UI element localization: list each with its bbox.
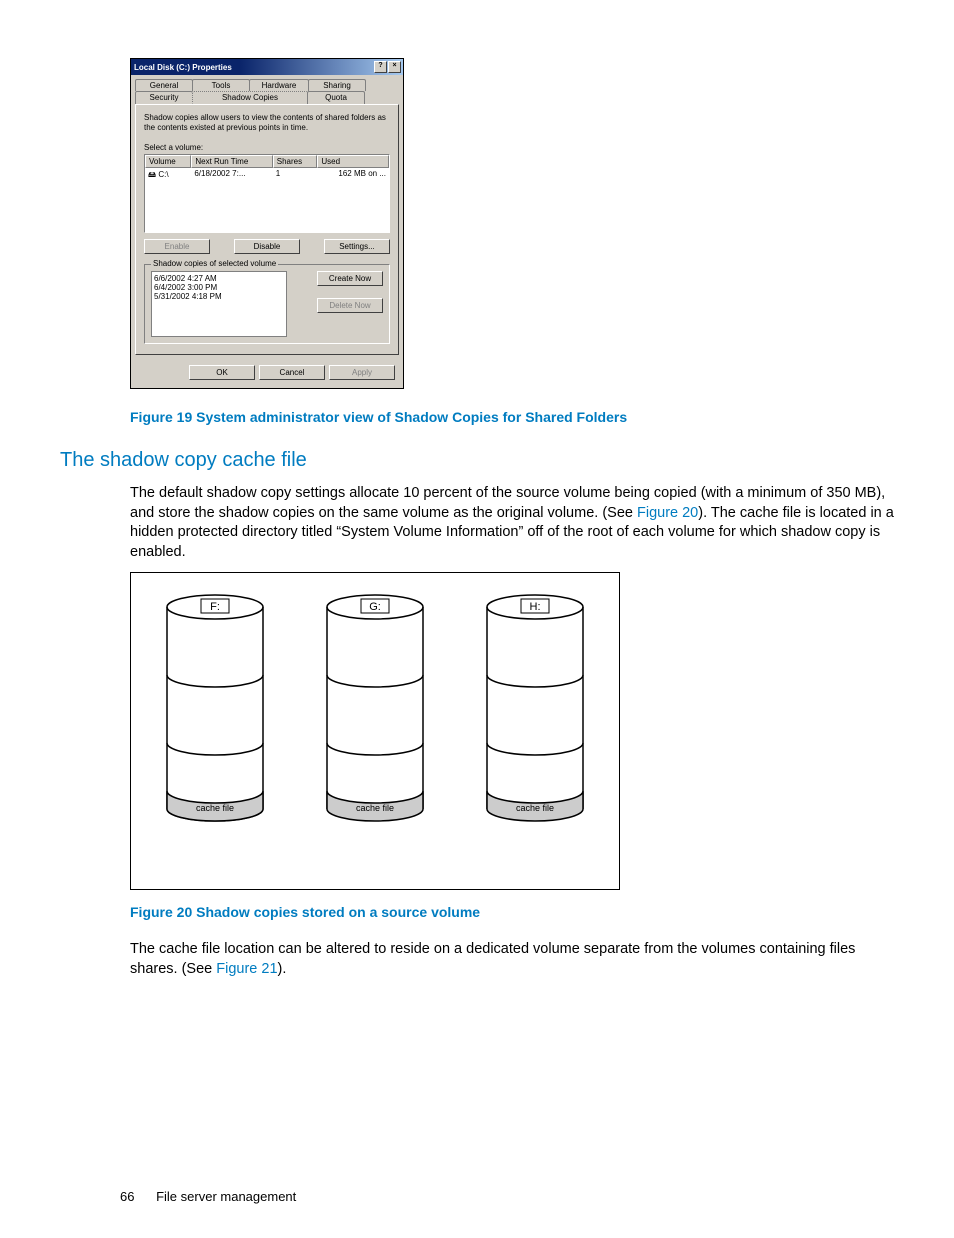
tab-shadow-copies[interactable]: Shadow Copies: [192, 91, 308, 104]
drive-icon: 🖴: [148, 170, 156, 179]
tab-content: Shadow copies allow users to view the co…: [135, 104, 399, 355]
shadow-copy-list[interactable]: 6/6/2002 4:27 AM 6/4/2002 3:00 PM 5/31/2…: [151, 271, 287, 337]
cache-label: cache file: [356, 803, 394, 813]
cell-shares: 1: [273, 168, 318, 184]
ok-button[interactable]: OK: [189, 365, 255, 380]
figure-21-link[interactable]: Figure 21: [216, 961, 277, 977]
cyl-label: H:: [530, 601, 541, 613]
dialog-title: Local Disk (C:) Properties: [134, 63, 232, 72]
footer-section: File server management: [156, 1189, 296, 1204]
apply-button[interactable]: Apply: [329, 365, 395, 380]
list-item[interactable]: 5/31/2002 4:18 PM: [154, 292, 284, 301]
figure-20-caption: Figure 20 Shadow copies stored on a sour…: [130, 904, 894, 920]
cylinder-h: H: cache file: [475, 591, 595, 841]
select-volume-label: Select a volume:: [144, 143, 390, 152]
cell-volume: C:\: [158, 170, 168, 179]
cancel-button[interactable]: Cancel: [259, 365, 325, 380]
table-row[interactable]: 🖴 C:\ 6/18/2002 7:... 1 162 MB on ...: [145, 168, 389, 184]
paragraph-1: The default shadow copy settings allocat…: [130, 484, 894, 562]
figure-20-link[interactable]: Figure 20: [637, 505, 698, 521]
tab-quota[interactable]: Quota: [307, 91, 365, 104]
properties-dialog: Local Disk (C:) Properties ? × General T…: [130, 58, 404, 389]
section-heading: The shadow copy cache file: [60, 449, 894, 472]
settings-button[interactable]: Settings...: [324, 239, 390, 254]
delete-now-button[interactable]: Delete Now: [317, 298, 383, 313]
group-label: Shadow copies of selected volume: [151, 259, 278, 268]
disable-button[interactable]: Disable: [234, 239, 300, 254]
help-button[interactable]: ?: [374, 61, 387, 73]
cache-label: cache file: [196, 803, 234, 813]
page-footer: 66 File server management: [120, 1189, 296, 1204]
figure-19-caption: Figure 19 System administrator view of S…: [130, 409, 894, 425]
col-used[interactable]: Used: [317, 155, 389, 168]
cylinder-f: F: cache file: [155, 591, 275, 841]
diagram-figure-20: F: cache file G: cache file H:: [130, 572, 620, 890]
cyl-label: G:: [369, 601, 381, 613]
shadow-copies-group: Shadow copies of selected volume 6/6/200…: [144, 264, 390, 344]
enable-button[interactable]: Enable: [144, 239, 210, 254]
col-shares[interactable]: Shares: [273, 155, 318, 168]
tab-hardware[interactable]: Hardware: [249, 79, 309, 91]
tab-general[interactable]: General: [135, 79, 193, 91]
list-item[interactable]: 6/6/2002 4:27 AM: [154, 274, 284, 283]
description-text: Shadow copies allow users to view the co…: [144, 113, 390, 133]
cylinder-g: G: cache file: [315, 591, 435, 841]
tab-security[interactable]: Security: [135, 91, 193, 104]
close-button[interactable]: ×: [388, 61, 401, 73]
col-volume[interactable]: Volume: [145, 155, 191, 168]
list-item[interactable]: 6/4/2002 3:00 PM: [154, 283, 284, 292]
dialog-titlebar: Local Disk (C:) Properties ? ×: [131, 59, 403, 75]
tab-sharing[interactable]: Sharing: [308, 79, 366, 91]
cell-used: 162 MB on ...: [317, 168, 389, 184]
cell-nextrun: 6/18/2002 7:...: [191, 168, 272, 184]
paragraph-2: The cache file location can be altered t…: [130, 940, 894, 979]
cyl-label: F:: [210, 601, 220, 613]
col-nextrun[interactable]: Next Run Time: [191, 155, 272, 168]
tab-tools[interactable]: Tools: [192, 79, 250, 91]
create-now-button[interactable]: Create Now: [317, 271, 383, 286]
cache-label: cache file: [516, 803, 554, 813]
page-number: 66: [120, 1189, 134, 1204]
volume-table[interactable]: Volume Next Run Time Shares Used 🖴 C:\ 6…: [144, 154, 390, 233]
